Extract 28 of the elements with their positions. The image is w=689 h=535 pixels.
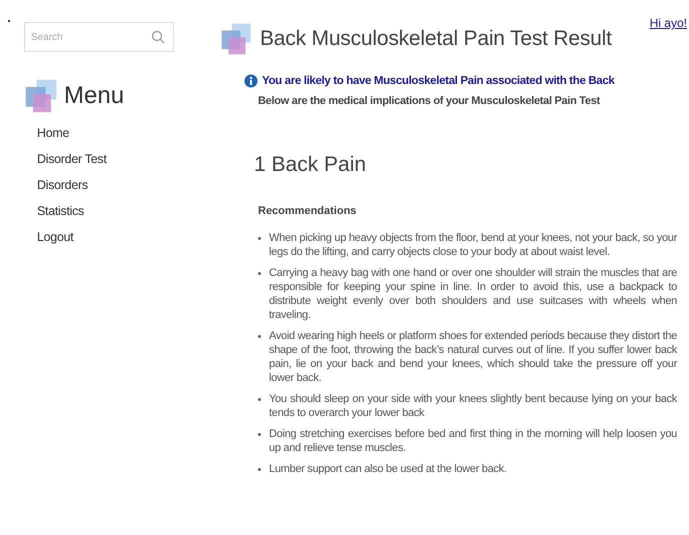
- bullet-icon: [258, 335, 261, 338]
- bullet-icon: [258, 272, 261, 275]
- bullet-icon: [258, 398, 261, 401]
- info-icon: [244, 74, 258, 88]
- recommendation-text: Doing stretching exercises before bed and first thing in the morning will help loosen you up and relieve tense muscles.: [269, 427, 677, 455]
- search-icon: [151, 30, 165, 44]
- user-link[interactable]: Hi ayo!: [650, 16, 687, 30]
- result-notice: You are likely to have Musculoskeletal Pain associated with the Back: [262, 75, 614, 87]
- recommendation-text: When picking up heavy objects from the floor, bend at your knees, not your back, so your legs do the lifting, and carry objects close to your body at about waist level.: [269, 231, 677, 259]
- dot-mark: [8, 20, 10, 22]
- bullet-icon: [258, 468, 261, 471]
- recommendation-text: Avoid wearing high heels or platform shoes for extended periods because they distort the shape of the foot, throwing the back’s natural curves out of line. If you suffer lower back pain, lie on your back and bend your knees, which should take the pressure off your lower back.: [269, 329, 677, 385]
- recommendations-heading: Recommendations: [258, 205, 356, 217]
- menu-item[interactable]: Home: [37, 126, 70, 140]
- menu-title: Menu: [64, 82, 124, 110]
- section-title: 1 Back Pain: [254, 153, 368, 177]
- menu-item[interactable]: Disorders: [37, 178, 88, 192]
- menu-item[interactable]: Logout: [37, 230, 74, 244]
- page-title: Back Musculoskeletal Pain Test Result: [260, 27, 612, 51]
- menu-item[interactable]: Statistics: [37, 204, 84, 218]
- recommendation-text: You should sleep on your side with your knees slightly bent because lying on your back tends to overarch your lower back: [269, 392, 677, 420]
- subtitle: Below are the medical implications of your Musculoskeletal Pain Test: [258, 95, 600, 107]
- bullet-icon: [258, 237, 261, 240]
- search-field[interactable]: Search: [24, 22, 174, 52]
- bullet-icon: [258, 433, 261, 436]
- recommendation-text: Lumber support can also be used at the lower back.: [269, 462, 507, 476]
- recommendation-text: Carrying a heavy bag with one hand or over one shoulder will strain the muscles that are responsible for keeping your spine in line. In order to avoid this, use a backpack to distribute weight evenly over both shoulders and use suitcases with wheels when traveling.: [269, 266, 677, 322]
- menu-item[interactable]: Disorder Test: [37, 152, 107, 166]
